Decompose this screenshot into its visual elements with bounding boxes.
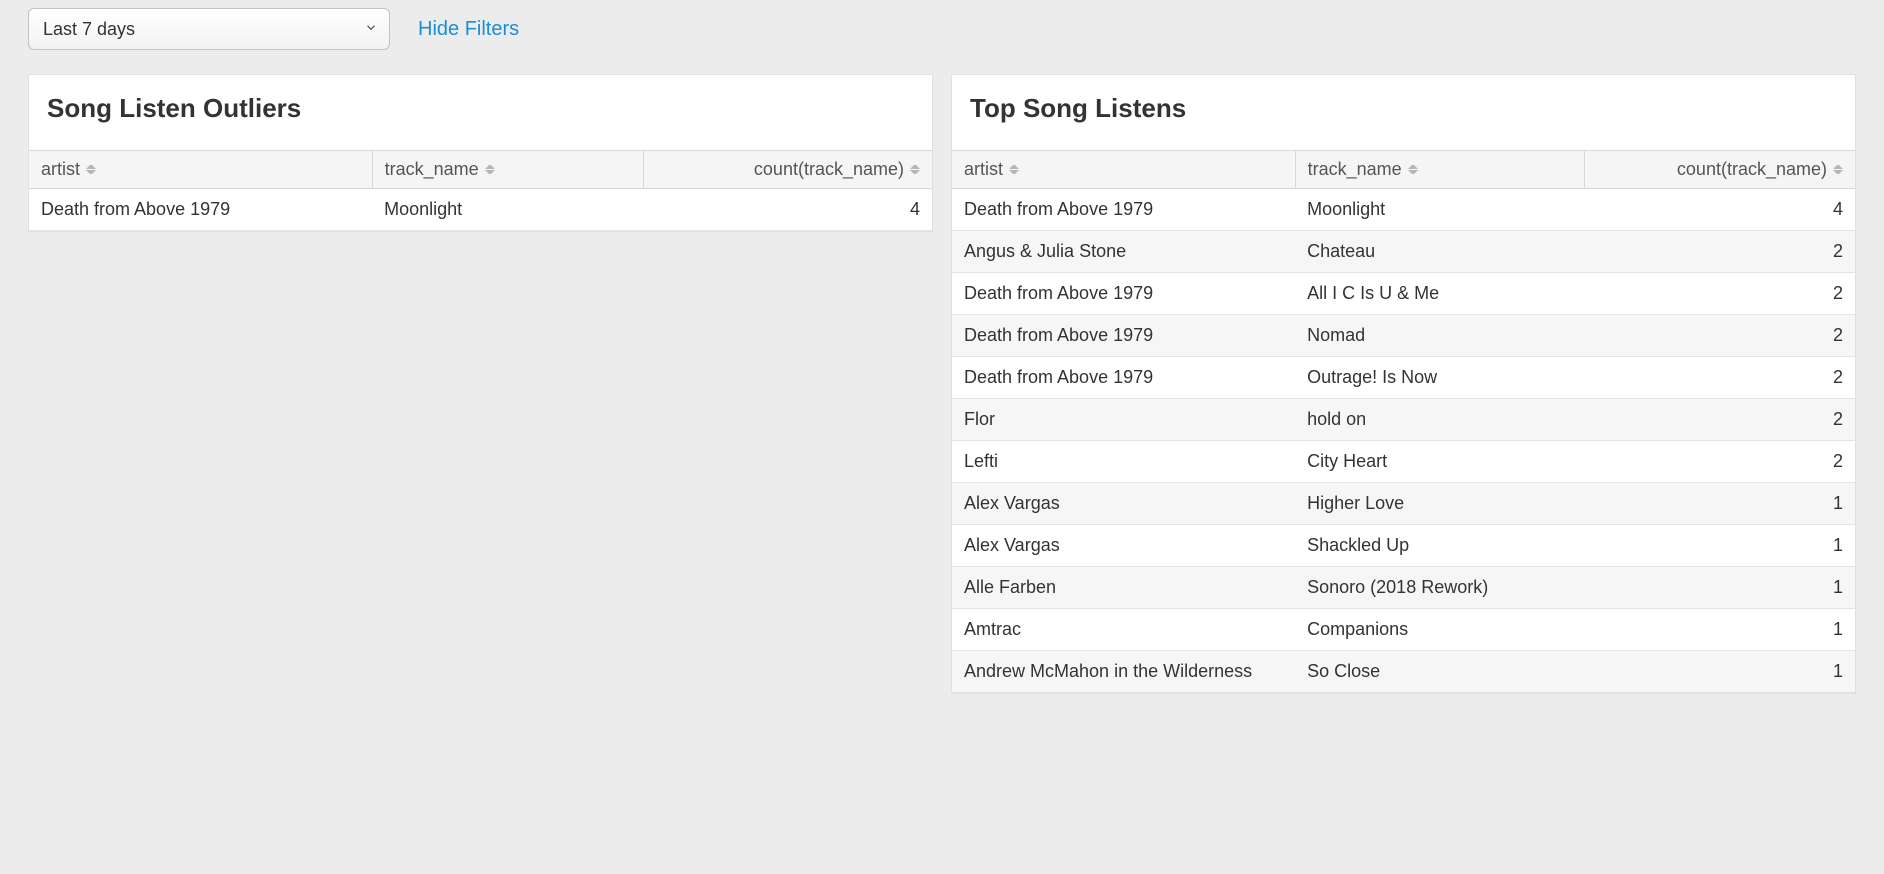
panel-top-title: Top Song Listens bbox=[952, 75, 1855, 150]
table-row[interactable]: Death from Above 1979Nomad2 bbox=[952, 315, 1855, 357]
cell-artist: Death from Above 1979 bbox=[952, 273, 1295, 315]
cell-artist: Death from Above 1979 bbox=[952, 357, 1295, 399]
cell-artist: Alle Farben bbox=[952, 567, 1295, 609]
cell-track_name: Chateau bbox=[1295, 231, 1584, 273]
col-count-label: count(track_name) bbox=[754, 159, 904, 180]
table-row[interactable]: Florhold on2 bbox=[952, 399, 1855, 441]
outliers-table: artist track_name count(track_name) Deat… bbox=[29, 150, 932, 231]
cell-count: 1 bbox=[1584, 483, 1855, 525]
cell-artist: Lefti bbox=[952, 441, 1295, 483]
table-row[interactable]: Alex VargasHigher Love1 bbox=[952, 483, 1855, 525]
cell-count: 2 bbox=[1584, 399, 1855, 441]
col-artist-label: artist bbox=[41, 159, 80, 180]
cell-track_name: Companions bbox=[1295, 609, 1584, 651]
time-range-select-wrap: Last 7 days bbox=[28, 8, 390, 50]
col-artist-label: artist bbox=[964, 159, 1003, 180]
table-row[interactable]: Death from Above 1979Moonlight4 bbox=[29, 189, 932, 231]
table-row[interactable]: Alle FarbenSonoro (2018 Rework)1 bbox=[952, 567, 1855, 609]
col-track-label: track_name bbox=[1308, 159, 1402, 180]
cell-track_name: Nomad bbox=[1295, 315, 1584, 357]
cell-artist: Amtrac bbox=[952, 609, 1295, 651]
cell-track_name: All I C Is U & Me bbox=[1295, 273, 1584, 315]
table-row[interactable]: Death from Above 1979Outrage! Is Now2 bbox=[952, 357, 1855, 399]
sort-icon bbox=[1408, 163, 1418, 177]
panel-outliers: Song Listen Outliers artist track_name c… bbox=[28, 74, 933, 232]
col-track-label: track_name bbox=[385, 159, 479, 180]
table-row[interactable]: Alex VargasShackled Up1 bbox=[952, 525, 1855, 567]
cell-track_name: Shackled Up bbox=[1295, 525, 1584, 567]
cell-count: 1 bbox=[1584, 567, 1855, 609]
cell-artist: Andrew McMahon in the Wilderness bbox=[952, 651, 1295, 693]
col-track[interactable]: track_name bbox=[1295, 151, 1584, 189]
cell-count: 1 bbox=[1584, 609, 1855, 651]
col-track[interactable]: track_name bbox=[372, 151, 643, 189]
cell-track_name: So Close bbox=[1295, 651, 1584, 693]
sort-icon bbox=[485, 163, 495, 177]
cell-track_name: Outrage! Is Now bbox=[1295, 357, 1584, 399]
cell-track_name: Sonoro (2018 Rework) bbox=[1295, 567, 1584, 609]
cell-count: 4 bbox=[643, 189, 932, 231]
cell-count: 2 bbox=[1584, 441, 1855, 483]
panels-container: Song Listen Outliers artist track_name c… bbox=[0, 74, 1884, 694]
cell-track_name: Moonlight bbox=[1295, 189, 1584, 231]
cell-artist: Alex Vargas bbox=[952, 483, 1295, 525]
cell-track_name: Higher Love bbox=[1295, 483, 1584, 525]
cell-artist: Angus & Julia Stone bbox=[952, 231, 1295, 273]
cell-count: 1 bbox=[1584, 651, 1855, 693]
top-table: artist track_name count(track_name) Deat… bbox=[952, 150, 1855, 693]
sort-icon bbox=[1009, 163, 1019, 177]
panel-top: Top Song Listens artist track_name count… bbox=[951, 74, 1856, 694]
cell-count: 2 bbox=[1584, 273, 1855, 315]
table-row[interactable]: Death from Above 1979All I C Is U & Me2 bbox=[952, 273, 1855, 315]
cell-count: 4 bbox=[1584, 189, 1855, 231]
table-row[interactable]: Death from Above 1979Moonlight4 bbox=[952, 189, 1855, 231]
table-row[interactable]: AmtracCompanions1 bbox=[952, 609, 1855, 651]
cell-artist: Alex Vargas bbox=[952, 525, 1295, 567]
cell-track_name: Moonlight bbox=[372, 189, 643, 231]
col-count[interactable]: count(track_name) bbox=[1584, 151, 1855, 189]
filter-bar: Last 7 days Hide Filters bbox=[0, 0, 1884, 74]
table-row[interactable]: LeftiCity Heart2 bbox=[952, 441, 1855, 483]
cell-count: 1 bbox=[1584, 525, 1855, 567]
cell-count: 2 bbox=[1584, 357, 1855, 399]
col-artist[interactable]: artist bbox=[952, 151, 1295, 189]
sort-icon bbox=[910, 163, 920, 177]
col-artist[interactable]: artist bbox=[29, 151, 372, 189]
table-row[interactable]: Andrew McMahon in the WildernessSo Close… bbox=[952, 651, 1855, 693]
time-range-select[interactable]: Last 7 days bbox=[28, 8, 390, 50]
col-count[interactable]: count(track_name) bbox=[643, 151, 932, 189]
cell-artist: Death from Above 1979 bbox=[29, 189, 372, 231]
panel-outliers-title: Song Listen Outliers bbox=[29, 75, 932, 150]
cell-track_name: City Heart bbox=[1295, 441, 1584, 483]
hide-filters-link[interactable]: Hide Filters bbox=[418, 18, 519, 41]
cell-count: 2 bbox=[1584, 231, 1855, 273]
cell-artist: Death from Above 1979 bbox=[952, 189, 1295, 231]
table-row[interactable]: Angus & Julia StoneChateau2 bbox=[952, 231, 1855, 273]
cell-artist: Death from Above 1979 bbox=[952, 315, 1295, 357]
cell-artist: Flor bbox=[952, 399, 1295, 441]
sort-icon bbox=[86, 163, 96, 177]
cell-track_name: hold on bbox=[1295, 399, 1584, 441]
sort-icon bbox=[1833, 163, 1843, 177]
cell-count: 2 bbox=[1584, 315, 1855, 357]
col-count-label: count(track_name) bbox=[1677, 159, 1827, 180]
